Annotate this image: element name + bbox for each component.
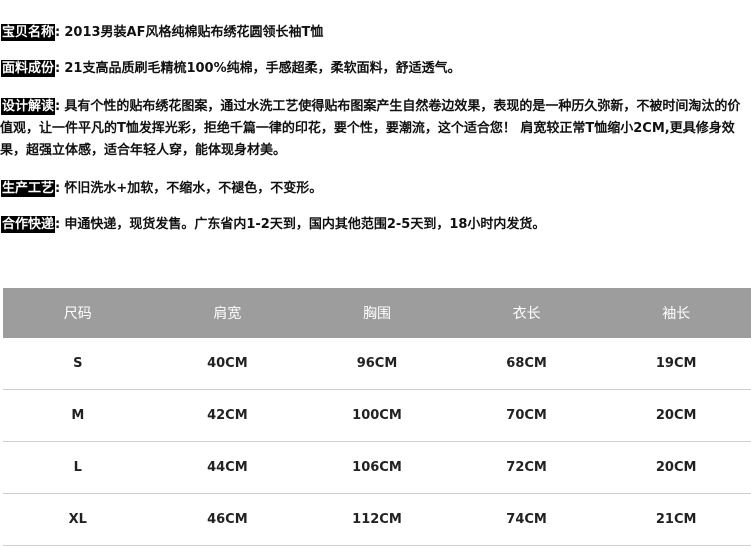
table-cell: 68CM bbox=[451, 338, 602, 390]
col-header: 肩宽 bbox=[152, 288, 303, 338]
info-label: 面料成份 bbox=[1, 60, 56, 77]
table-cell: 46CM bbox=[152, 493, 303, 546]
info-text: 怀旧洗水+加软，不缩水，不褪色，不变形。 bbox=[64, 181, 323, 196]
info-label: 生产工艺 bbox=[1, 180, 56, 197]
info-colon: : bbox=[55, 99, 61, 114]
table-cell: L bbox=[3, 441, 153, 494]
table-row: L 44CM 106CM 72CM 20CM bbox=[3, 441, 751, 494]
table-cell: 19CM bbox=[601, 338, 751, 390]
table-cell: 40CM bbox=[152, 338, 303, 390]
info-row-design: 设计解读: 具有个性的贴布绣花图案，通过水洗工艺使得贴布图案产生自然卷边效果，表… bbox=[0, 96, 751, 162]
info-row-process: 生产工艺: 怀旧洗水+加软，不缩水，不褪色，不变形。 bbox=[0, 178, 751, 200]
table-cell: M bbox=[3, 389, 153, 442]
size-table-header: 尺码 肩宽 胸围 衣长 袖长 bbox=[3, 288, 751, 338]
table-cell: XL bbox=[3, 493, 153, 546]
table-cell: 20CM bbox=[601, 389, 751, 442]
info-row-shipping: 合作快递: 申通快递，现货发售。广东省内1-2天到，国内其他范围2-5天到，18… bbox=[0, 214, 751, 236]
table-cell: 74CM bbox=[451, 493, 602, 546]
table-cell: S bbox=[3, 338, 153, 390]
info-text: 21支高品质刷毛精梳100%纯棉，手感超柔，柔软面料，舒适透气。 bbox=[64, 61, 461, 76]
table-cell: 21CM bbox=[601, 493, 751, 546]
info-text: 申通快递，现货发售。广东省内1-2天到，国内其他范围2-5天到，18小时内发货。 bbox=[64, 217, 546, 232]
table-row: M 42CM 100CM 70CM 20CM bbox=[3, 389, 751, 442]
info-label: 设计解读 bbox=[1, 98, 56, 115]
col-header: 尺码 bbox=[3, 288, 153, 338]
info-text: 具有个性的贴布绣花图案，通过水洗工艺使得贴布图案产生自然卷边效果，表现的是一种历… bbox=[0, 99, 741, 158]
table-cell: 112CM bbox=[302, 493, 452, 546]
col-header: 袖长 bbox=[601, 288, 751, 338]
col-header: 衣长 bbox=[451, 288, 602, 338]
table-cell: 42CM bbox=[152, 389, 303, 442]
table-cell: 70CM bbox=[451, 389, 602, 442]
table-cell: 106CM bbox=[302, 441, 452, 494]
table-row: XL 46CM 112CM 74CM 21CM bbox=[3, 493, 751, 546]
table-row: S 40CM 96CM 68CM 19CM bbox=[3, 338, 751, 390]
table-cell: 96CM bbox=[302, 338, 452, 390]
info-label: 宝贝名称 bbox=[1, 24, 56, 41]
info-label: 合作快递 bbox=[1, 216, 56, 233]
info-row-fabric: 面料成份: 21支高品质刷毛精梳100%纯棉，手感超柔，柔软面料，舒适透气。 bbox=[0, 58, 751, 80]
info-colon: : bbox=[55, 181, 61, 196]
info-colon: : bbox=[55, 217, 61, 232]
info-colon: : bbox=[55, 61, 61, 76]
info-text: 2013男装AF风格纯棉贴布绣花圆领长袖T恤 bbox=[64, 25, 324, 40]
info-colon: : bbox=[55, 25, 61, 40]
table-cell: 20CM bbox=[601, 441, 751, 494]
col-header: 胸围 bbox=[302, 288, 452, 338]
table-cell: 100CM bbox=[302, 389, 452, 442]
table-cell: 44CM bbox=[152, 441, 303, 494]
table-cell: 72CM bbox=[451, 441, 602, 494]
info-row-name: 宝贝名称: 2013男装AF风格纯棉贴布绣花圆领长袖T恤 bbox=[0, 22, 751, 44]
size-table: 尺码 肩宽 胸围 衣长 袖长 S 40CM 96CM 68CM 19CM M 4… bbox=[3, 288, 751, 546]
